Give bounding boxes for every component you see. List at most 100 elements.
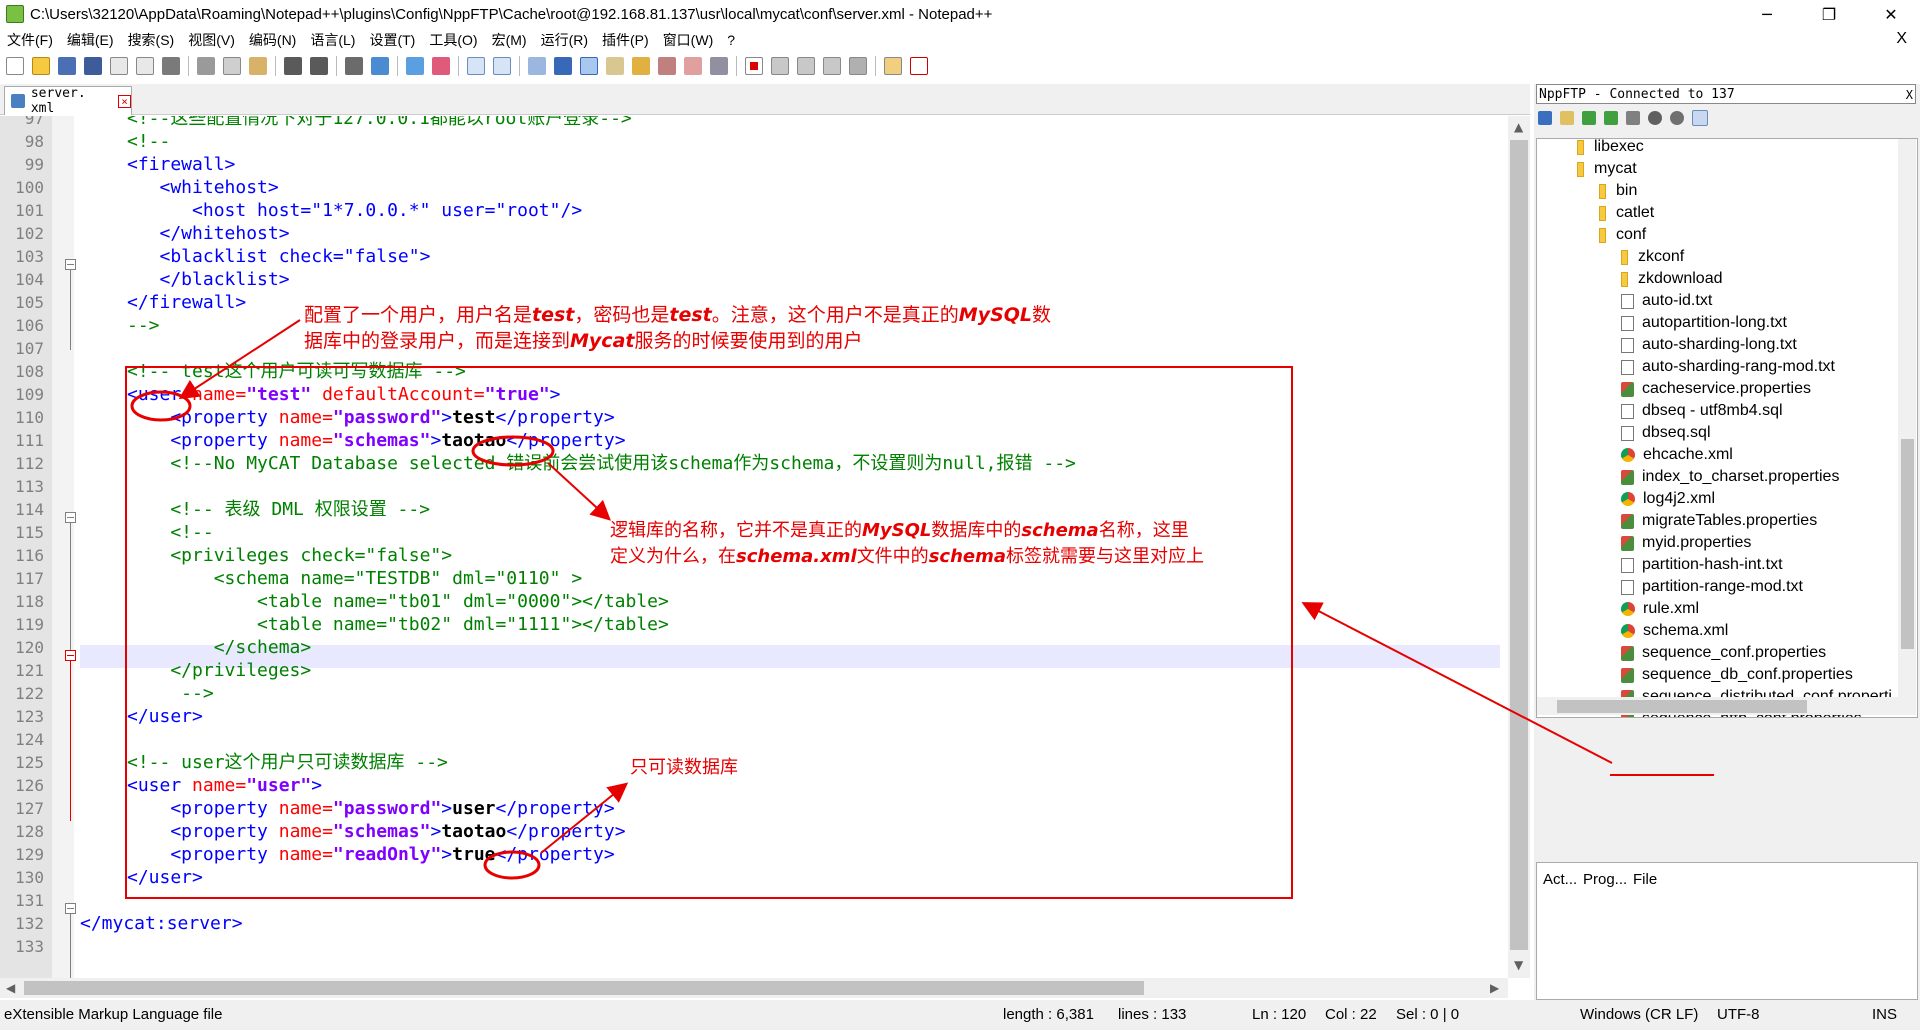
sync-horizontal-icon[interactable] — [493, 57, 511, 75]
replace-icon[interactable] — [371, 57, 389, 75]
fold-toggle[interactable] — [65, 903, 76, 914]
tree-item[interactable]: libexec — [1577, 139, 1644, 158]
indent-guide-icon[interactable] — [580, 57, 598, 75]
tree-item[interactable]: auto-sharding-rang-mod.txt — [1621, 356, 1835, 378]
settings-icon[interactable] — [1670, 111, 1684, 125]
menu-macro[interactable]: 宏(M) — [485, 30, 534, 50]
maximize-button[interactable]: ❐ — [1806, 0, 1852, 28]
udl-icon[interactable] — [606, 57, 624, 75]
nppftp-icon[interactable] — [884, 57, 902, 75]
tree-item[interactable]: ehcache.xml — [1621, 444, 1733, 466]
find-icon[interactable] — [345, 57, 363, 75]
record-macro-icon[interactable] — [745, 57, 763, 75]
tree-item[interactable]: sequence_conf.properties — [1621, 642, 1826, 664]
menu-language[interactable]: 语言(L) — [303, 30, 362, 50]
tree-item[interactable]: conf — [1599, 224, 1646, 246]
menu-help[interactable]: ? — [720, 32, 742, 48]
tree-item[interactable]: rule.xml — [1621, 598, 1699, 620]
tree-item[interactable]: dbseq.sql — [1621, 422, 1711, 444]
tree-item[interactable]: auto-sharding-long.txt — [1621, 334, 1797, 356]
save-macro-icon[interactable] — [849, 57, 867, 75]
nppftp-file-tree[interactable]: libexec mycat bin catlet conf zkconf zkdownloa… — [1536, 138, 1918, 718]
copy-icon[interactable] — [223, 57, 241, 75]
editor-vertical-scroll-thumb[interactable] — [1510, 140, 1528, 950]
tree-horizontal-scroll-thumb[interactable] — [1557, 700, 1807, 713]
queue-column-action[interactable]: Act... — [1543, 871, 1577, 888]
menu-edit[interactable]: 编辑(E) — [60, 30, 121, 50]
tree-item[interactable]: schema.xml — [1621, 620, 1728, 642]
open-file-icon[interactable] — [32, 57, 50, 75]
tree-item[interactable]: catlet — [1599, 202, 1654, 224]
menu-view[interactable]: 视图(V) — [181, 30, 242, 50]
tree-item[interactable]: bin — [1599, 180, 1637, 202]
tab-close-icon[interactable]: × — [118, 94, 131, 108]
menu-run[interactable]: 运行(R) — [534, 30, 595, 50]
tab-server-xml[interactable]: server. xml × — [4, 86, 132, 116]
save-icon[interactable] — [58, 57, 76, 75]
monitoring-icon[interactable] — [710, 57, 728, 75]
tree-item[interactable]: zkconf — [1621, 246, 1684, 268]
upload-icon[interactable] — [1604, 111, 1618, 125]
tree-item[interactable]: autopartition-long.txt — [1621, 312, 1787, 334]
close-all-icon[interactable] — [136, 57, 154, 75]
scroll-down-icon[interactable]: ▼ — [1514, 958, 1523, 972]
show-all-chars-icon[interactable] — [554, 57, 572, 75]
tree-vertical-scroll-thumb[interactable] — [1901, 439, 1914, 649]
spell-check-icon[interactable] — [910, 57, 928, 75]
tree-item[interactable]: partition-hash-int.txt — [1621, 554, 1783, 576]
menu-encoding[interactable]: 编码(N) — [242, 30, 303, 50]
print-icon[interactable] — [162, 57, 180, 75]
connect-icon[interactable] — [1538, 111, 1552, 125]
queue-column-file[interactable]: File — [1633, 871, 1657, 888]
undo-icon[interactable] — [284, 57, 302, 75]
queue-column-progress[interactable]: Prog... — [1583, 871, 1627, 888]
tree-item[interactable]: index_to_charset.properties — [1621, 466, 1839, 488]
menu-settings[interactable]: 设置(T) — [362, 30, 422, 50]
fold-toggle[interactable] — [65, 650, 76, 661]
menu-file[interactable]: 文件(F) — [0, 30, 60, 50]
refresh-icon[interactable] — [1626, 111, 1640, 125]
tree-item[interactable]: log4j2.xml — [1621, 488, 1715, 510]
editor-horizontal-scroll-thumb[interactable] — [24, 981, 1144, 995]
minimize-button[interactable]: ─ — [1744, 0, 1790, 28]
doc-map-icon[interactable] — [632, 57, 650, 75]
close-file-icon[interactable] — [110, 57, 128, 75]
scroll-right-icon[interactable]: ▶ — [1490, 981, 1499, 995]
scroll-up-icon[interactable]: ▲ — [1514, 120, 1523, 134]
close-button[interactable]: ✕ — [1868, 0, 1914, 28]
abort-icon[interactable] — [1648, 111, 1662, 125]
sync-vertical-icon[interactable] — [467, 57, 485, 75]
zoom-out-icon[interactable] — [432, 57, 450, 75]
tree-item[interactable]: partition-range-mod.txt — [1621, 576, 1803, 598]
tree-item[interactable]: sequence_db_conf.properties — [1621, 664, 1853, 686]
message-window-icon[interactable] — [1692, 110, 1708, 126]
save-all-icon[interactable] — [84, 57, 102, 75]
function-list-icon[interactable] — [658, 57, 676, 75]
folder-as-workspace-icon[interactable] — [684, 57, 702, 75]
paste-icon[interactable] — [249, 57, 267, 75]
zoom-in-icon[interactable] — [406, 57, 424, 75]
fold-toggle[interactable] — [65, 512, 76, 523]
redo-icon[interactable] — [310, 57, 328, 75]
close-document-button[interactable]: X — [1889, 30, 1914, 48]
tree-item[interactable]: myid.properties — [1621, 532, 1751, 554]
stop-macro-icon[interactable] — [771, 57, 789, 75]
tree-item[interactable]: auto-id.txt — [1621, 290, 1712, 312]
new-file-icon[interactable] — [6, 57, 24, 75]
play-macro-icon[interactable] — [797, 57, 815, 75]
tree-item[interactable]: dbseq - utf8mb4.sql — [1621, 400, 1783, 422]
tree-item[interactable]: migrateTables.properties — [1621, 510, 1817, 532]
open-directory-icon[interactable] — [1560, 111, 1574, 125]
tree-item[interactable]: mycat — [1577, 158, 1637, 180]
tree-item[interactable]: zkdownload — [1621, 268, 1723, 290]
word-wrap-icon[interactable] — [528, 57, 546, 75]
menu-search[interactable]: 搜索(S) — [121, 30, 182, 50]
nppftp-close-button[interactable]: X — [1906, 85, 1913, 105]
menu-plugins[interactable]: 插件(P) — [595, 30, 656, 50]
tree-item[interactable]: cacheservice.properties — [1621, 378, 1811, 400]
scroll-left-icon[interactable]: ◀ — [6, 981, 15, 995]
menu-tools[interactable]: 工具(O) — [422, 30, 484, 50]
menu-window[interactable]: 窗口(W) — [656, 30, 721, 50]
run-macro-multiple-icon[interactable] — [823, 57, 841, 75]
download-icon[interactable] — [1582, 111, 1596, 125]
